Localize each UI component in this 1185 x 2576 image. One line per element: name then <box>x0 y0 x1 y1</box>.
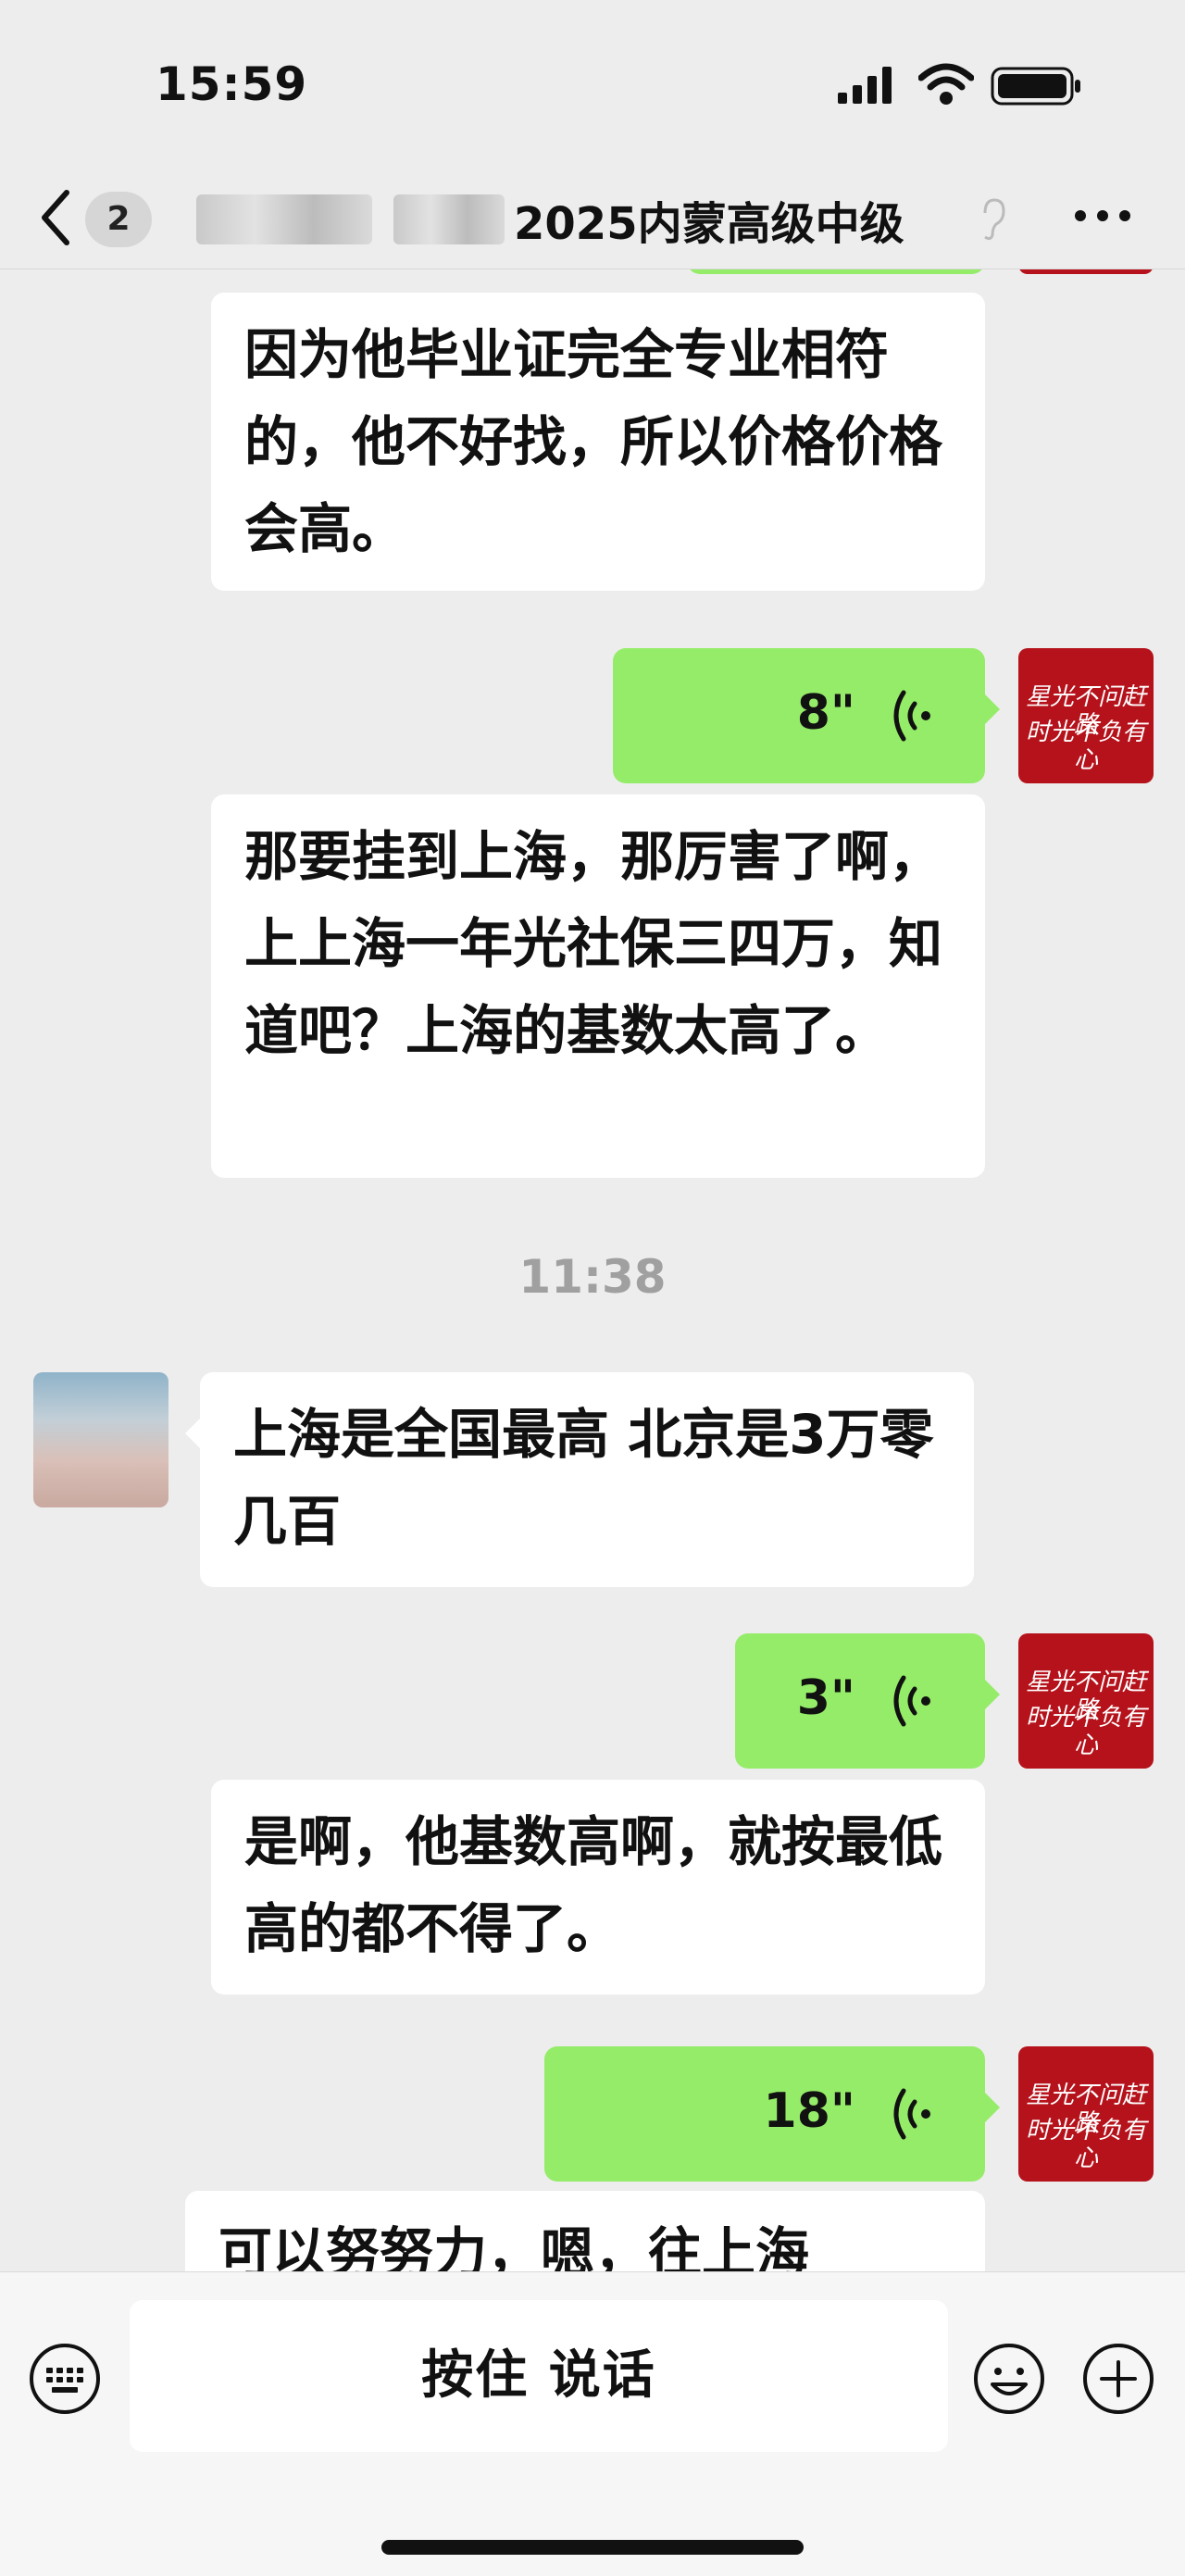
message-text: 上海是全国最高 北京是3万零几百 <box>233 1403 934 1553</box>
voice-duration: 18" <box>763 2083 855 2139</box>
voice-wave-icon <box>893 1675 930 1727</box>
message-text: 因为他毕业证完全专业相符的，他不好找，所以价格价格会高。 <box>244 323 943 560</box>
chat-header: 2 2025内蒙高级中级 <box>0 167 1185 269</box>
message-text: 可以努努力，嗯，往上海 <box>218 2221 810 2271</box>
bubble-tail <box>983 2091 1000 2124</box>
avatar-other[interactable] <box>33 1372 168 1507</box>
bubble-tail <box>185 1417 202 1450</box>
voice-duration: 8" <box>796 685 855 741</box>
chat-title: 2025内蒙高级中级 <box>514 198 904 250</box>
blurred-title-part <box>393 194 505 244</box>
voice-wave-icon <box>893 2088 930 2140</box>
text-message-incoming[interactable]: 那要挂到上海，那厉害了啊，上上海一年光社保三四万，知道吧？上海的基数太高了。 <box>211 794 985 1178</box>
more-options-icon[interactable] <box>1072 202 1133 230</box>
wifi-icon <box>918 63 974 105</box>
back-chevron-icon[interactable] <box>37 185 74 250</box>
hold-to-talk-button[interactable]: 按住 说话 <box>130 2300 948 2452</box>
voice-message-outgoing[interactable]: 18" <box>544 2046 1000 2182</box>
bubble-tail <box>983 693 1000 726</box>
message-text: 那要挂到上海，那厉害了啊，上上海一年光社保三四万，知道吧？上海的基数太高了。 <box>244 825 943 1062</box>
text-message-incoming[interactable]: 可以努努力，嗯，往上海 <box>185 2191 985 2271</box>
message-list[interactable]: 因为他毕业证完全专业相符的，他不好找，所以价格价格会高。 8" 星光不问赶路 时… <box>0 269 1185 2271</box>
emoji-icon[interactable] <box>972 2342 1046 2416</box>
input-bar: 按住 说话 <box>0 2271 1185 2576</box>
avatar-me[interactable]: 星光不问赶路 时光不负有心 <box>1018 1633 1154 1769</box>
avatar-me[interactable]: 星光不问赶路 时光不负有心 <box>1018 2046 1154 2182</box>
avatar-me[interactable]: 星光不问赶路 时光不负有心 <box>1018 648 1154 783</box>
home-indicator[interactable] <box>381 2540 804 2555</box>
avatar-caption: 时光不负有心 <box>1025 1704 1146 1759</box>
voice-wave-icon <box>893 690 930 742</box>
bubble-tail <box>983 1678 1000 1711</box>
text-message-incoming[interactable]: 因为他毕业证完全专业相符的，他不好找，所以价格价格会高。 <box>211 293 985 591</box>
text-message-incoming[interactable]: 上海是全国最高 北京是3万零几百 <box>185 1372 974 1587</box>
text-message-incoming[interactable]: 是啊，他基数高啊，就按最低高的都不得了。 <box>211 1780 985 1995</box>
avatar-caption: 时光不负有心 <box>1025 719 1146 774</box>
avatar-caption: 时光不负有心 <box>1025 2117 1146 2172</box>
voice-message-outgoing[interactable]: 3" <box>735 1633 1000 1769</box>
message-timestamp: 11:38 <box>518 1250 667 1304</box>
cellular-signal-icon <box>838 67 892 104</box>
status-bar: 15:59 <box>0 0 1185 167</box>
battery-icon <box>991 67 1080 106</box>
voice-duration: 3" <box>796 1670 855 1726</box>
ear-icon <box>983 198 1005 241</box>
keyboard-icon[interactable] <box>28 2342 102 2416</box>
blurred-title-part <box>196 194 372 244</box>
unread-count-badge[interactable]: 2 <box>85 192 152 247</box>
status-time: 15:59 <box>156 57 308 111</box>
message-text: 是啊，他基数高啊，就按最低高的都不得了。 <box>244 1810 943 1960</box>
plus-icon[interactable] <box>1081 2342 1155 2416</box>
voice-message-outgoing[interactable]: 8" <box>613 648 1000 783</box>
